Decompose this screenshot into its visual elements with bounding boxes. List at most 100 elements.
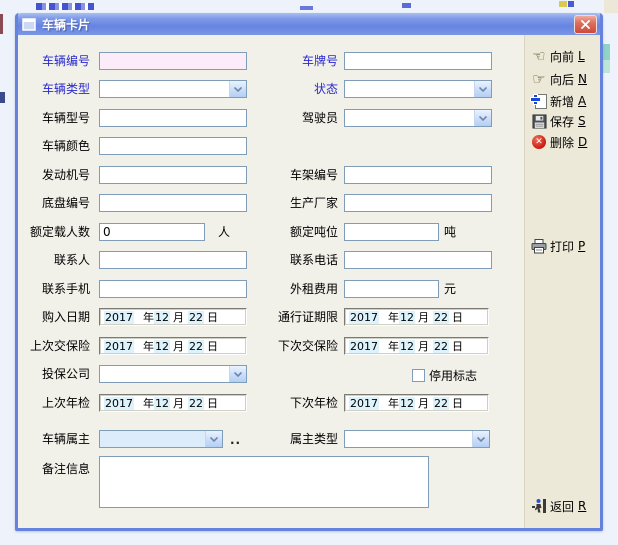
date-year[interactable]: 2017 bbox=[104, 397, 134, 410]
date-year[interactable]: 2017 bbox=[104, 311, 134, 324]
rental-fee-input[interactable] bbox=[344, 280, 439, 298]
date-day[interactable]: 22 bbox=[188, 340, 204, 353]
rental-fee-label: 外租费用 bbox=[248, 282, 338, 297]
contact-mobile-input[interactable] bbox=[99, 280, 247, 298]
background-window-fragment bbox=[604, 0, 618, 13]
chassis-no-input[interactable] bbox=[99, 194, 247, 212]
disabled-flag-checkbox[interactable] bbox=[412, 369, 425, 382]
close-button[interactable] bbox=[574, 15, 597, 34]
insurer-label: 投保公司 bbox=[20, 367, 90, 382]
next-insurance-picker[interactable]: 2017年12月22日 bbox=[344, 337, 489, 355]
back-button[interactable]: 返回 R bbox=[530, 497, 586, 515]
status-select[interactable] bbox=[344, 80, 492, 98]
delete-button[interactable]: ✕ 删除 D bbox=[530, 133, 587, 151]
delete-label: 删除 bbox=[550, 134, 574, 151]
year-unit: 年 bbox=[143, 309, 154, 325]
print-button[interactable]: 打印 P bbox=[530, 237, 585, 255]
day-unit: 日 bbox=[207, 338, 218, 354]
owner-type-select[interactable] bbox=[344, 430, 490, 448]
date-year[interactable]: 2017 bbox=[349, 397, 379, 410]
add-button[interactable]: 新增 A bbox=[530, 92, 586, 110]
vehicle-type-label: 车辆类型 bbox=[20, 82, 90, 97]
hand-right-icon: ☞ bbox=[530, 71, 548, 87]
chassis-no-label: 底盘编号 bbox=[20, 196, 90, 211]
plate-no-label: 车牌号 bbox=[248, 54, 338, 69]
engine-no-label: 发动机号 bbox=[20, 168, 90, 183]
chevron-down-icon[interactable] bbox=[474, 81, 491, 97]
remarks-textarea[interactable] bbox=[99, 456, 429, 508]
owner-browse-button[interactable]: .. bbox=[230, 433, 241, 447]
background-window-fragment bbox=[402, 3, 411, 8]
date-day[interactable]: 22 bbox=[433, 311, 449, 324]
date-month[interactable]: 12 bbox=[154, 311, 170, 324]
chevron-down-icon[interactable] bbox=[472, 431, 489, 447]
date-year[interactable]: 2017 bbox=[349, 311, 379, 324]
last-insurance-picker[interactable]: 2017年12月22日 bbox=[99, 337, 247, 355]
rated-passengers-input[interactable] bbox=[99, 223, 205, 241]
date-day[interactable]: 22 bbox=[433, 397, 449, 410]
background-window-fragment bbox=[603, 60, 610, 73]
last-insurance-label: 上次交保险 bbox=[20, 339, 90, 354]
engine-no-input[interactable] bbox=[99, 166, 247, 184]
chevron-down-icon[interactable] bbox=[229, 366, 246, 382]
driver-select[interactable] bbox=[344, 109, 492, 127]
vehicle-model-input[interactable] bbox=[99, 109, 247, 127]
insurer-select[interactable] bbox=[99, 365, 247, 383]
day-unit: 日 bbox=[452, 309, 463, 325]
date-day[interactable]: 22 bbox=[188, 397, 204, 410]
date-month[interactable]: 12 bbox=[399, 397, 415, 410]
year-unit: 年 bbox=[143, 338, 154, 354]
date-month[interactable]: 12 bbox=[154, 397, 170, 410]
date-year[interactable]: 2017 bbox=[349, 340, 379, 353]
day-unit: 日 bbox=[452, 338, 463, 354]
date-month[interactable]: 12 bbox=[399, 311, 415, 324]
month-unit: 月 bbox=[418, 395, 429, 411]
vehicle-model-label: 车辆型号 bbox=[20, 111, 90, 126]
vehicle-color-input[interactable] bbox=[99, 137, 247, 155]
passengers-unit: 人 bbox=[218, 225, 230, 240]
chevron-down-icon[interactable] bbox=[229, 81, 246, 97]
window-icon bbox=[22, 18, 36, 31]
save-button[interactable]: 保存 S bbox=[530, 112, 586, 130]
dialog-titlebar[interactable]: 车辆卡片 bbox=[18, 13, 600, 35]
manufacturer-input[interactable] bbox=[344, 194, 492, 212]
contact-person-input[interactable] bbox=[99, 251, 247, 269]
last-inspection-picker[interactable]: 2017年12月22日 bbox=[99, 394, 247, 412]
prev-accesskey: L bbox=[578, 49, 585, 63]
vehicle-type-select[interactable] bbox=[99, 80, 247, 98]
rated-tonnage-input[interactable] bbox=[344, 223, 439, 241]
next-accesskey: N bbox=[578, 72, 587, 86]
manufacturer-label: 生产厂家 bbox=[248, 196, 338, 211]
contact-phone-input[interactable] bbox=[344, 251, 492, 269]
chevron-down-icon[interactable] bbox=[474, 110, 491, 126]
background-window-fragment bbox=[603, 44, 610, 60]
next-button[interactable]: ☞ 向后 N bbox=[530, 70, 587, 88]
back-accesskey: R bbox=[578, 499, 586, 513]
contact-person-label: 联系人 bbox=[20, 253, 90, 268]
date-day[interactable]: 22 bbox=[188, 311, 204, 324]
driver-label: 驾驶员 bbox=[248, 111, 338, 126]
chevron-down-icon[interactable] bbox=[205, 431, 222, 447]
date-month[interactable]: 12 bbox=[399, 340, 415, 353]
frame-no-input[interactable] bbox=[344, 166, 492, 184]
prev-button[interactable]: ☜ 向前 L bbox=[530, 47, 585, 65]
next-inspection-picker[interactable]: 2017年12月22日 bbox=[344, 394, 489, 412]
delete-x-glyph: ✕ bbox=[532, 135, 546, 149]
dialog-title: 车辆卡片 bbox=[42, 16, 90, 33]
new-document-icon bbox=[530, 93, 548, 109]
background-window-fragment bbox=[568, 1, 574, 7]
pass-deadline-picker[interactable]: 2017年12月22日 bbox=[344, 308, 489, 326]
owner-type-value bbox=[348, 432, 471, 446]
date-year[interactable]: 2017 bbox=[104, 340, 134, 353]
plate-no-input[interactable] bbox=[344, 52, 492, 70]
vehicle-code-label: 车辆编号 bbox=[20, 54, 90, 69]
hand-left-icon: ☜ bbox=[530, 48, 548, 64]
year-unit: 年 bbox=[388, 309, 399, 325]
date-day[interactable]: 22 bbox=[433, 340, 449, 353]
owner-select[interactable] bbox=[99, 430, 223, 448]
delete-accesskey: D bbox=[578, 135, 587, 149]
fee-unit: 元 bbox=[444, 282, 456, 297]
purchase-date-picker[interactable]: 2017年12月22日 bbox=[99, 308, 247, 326]
date-month[interactable]: 12 bbox=[154, 340, 170, 353]
vehicle-code-input[interactable] bbox=[99, 52, 247, 70]
